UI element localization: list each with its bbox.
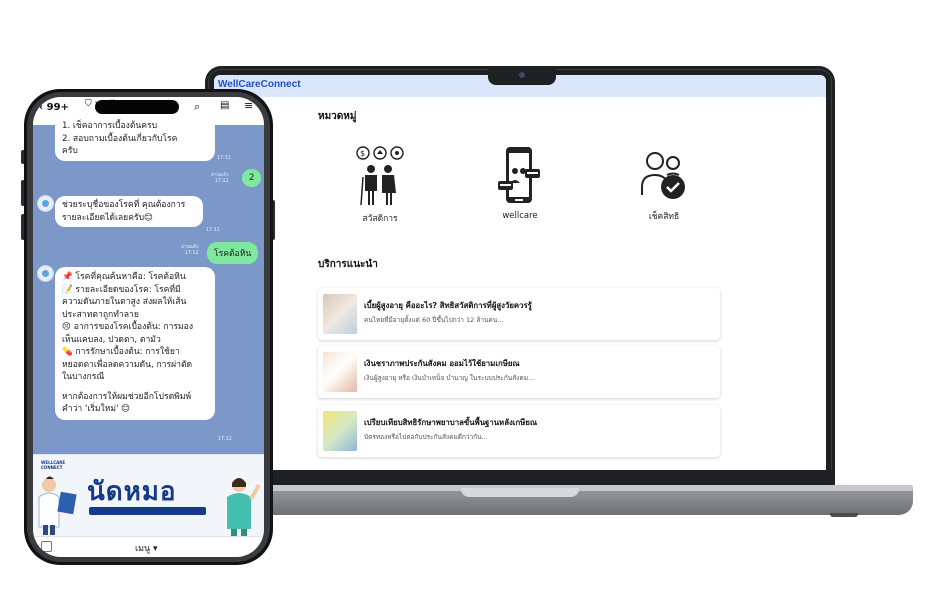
search-icon[interactable]: ⌕ xyxy=(194,100,200,114)
svg-text:$: $ xyxy=(360,149,365,158)
message-line: หยอดตาเพื่อลดความดัน, การผ่าตัด xyxy=(62,359,193,370)
notes-icon[interactable]: ▤ xyxy=(220,100,229,111)
read-time: 17:11 xyxy=(214,179,229,184)
service-desc: บัตรทองหรือไปต่อกับประกันสังคมดีกว่ากัน.… xyxy=(364,433,488,441)
category-label: สวัสดิการ xyxy=(362,214,398,224)
laptop-notch xyxy=(488,66,556,85)
bot-avatar[interactable] xyxy=(37,195,54,212)
category-welfare[interactable]: $ สวัสดิการ xyxy=(340,145,420,225)
laptop-screen: WellCareConnect หมวดหมู่ $ สวัสดิการ wel… xyxy=(214,75,826,473)
category-label: wellcare xyxy=(502,211,538,221)
banner-title: นัดหมอ xyxy=(87,476,177,506)
category-wellcare[interactable]: wellcare xyxy=(480,145,560,221)
message-time: 17:11 xyxy=(206,228,220,233)
service-thumbnail xyxy=(323,352,357,392)
service-title: เงินชราภาพประกันสังคม ออมไว้ใช้ยามเกษียณ xyxy=(364,359,520,368)
rich-menu-banner[interactable]: WELLCARE CONNECT นัดหมอ xyxy=(33,454,264,537)
read-receipt: อ่านแล้ว 17:11 xyxy=(211,173,229,185)
message-line: 😣 อาการของโรคเบื้องต้น: การมอง xyxy=(62,322,194,332)
menu-toggle[interactable]: เมนู ▾ xyxy=(135,541,158,555)
categories-title: หมวดหมู่ xyxy=(318,111,357,122)
service-title: เบี้ยผู้สูงอายุ คืออะไร? สิทธิสวัสดิการท… xyxy=(364,301,532,310)
bot-avatar[interactable] xyxy=(37,265,54,282)
message-line: ประสาทตาถูกทำลาย xyxy=(62,309,139,320)
message-line: ในบางกรณี xyxy=(62,372,105,382)
unread-count: 99+ xyxy=(46,102,69,113)
dynamic-island xyxy=(95,100,179,114)
back-button[interactable]: ‹ 99+ xyxy=(39,102,69,113)
message-line: หากต้องการให้ผมช่วยอีกโปรดพิมพ์ xyxy=(62,391,192,402)
keyboard-icon[interactable] xyxy=(41,541,52,552)
message-line: 📝 รายละเอียดของโรค: โรคที่มี xyxy=(62,284,181,295)
laptop-bezel xyxy=(205,470,835,486)
message-line: 💊 การรักษาเบื้องต้น: การใช้ยา xyxy=(62,347,180,357)
message-line: 1. เช็คอาการเบื้องต้นครบ xyxy=(62,121,158,131)
welfare-icon: $ xyxy=(356,146,404,206)
check-rights-icon xyxy=(641,152,685,199)
banner-subtitle-strip xyxy=(89,507,206,515)
service-desc: คนไทยที่มีอายุตั้งแต่ 60 ปีขึ้นไปกว่า 12… xyxy=(364,316,504,324)
menu-icon[interactable]: ≡ xyxy=(244,99,253,112)
camera-icon xyxy=(519,72,525,78)
phone-screen: ‹ 99+ ⛉ wellcare ⌕ ▤ ≡ 1. เช็คอาการเบื้อ… xyxy=(33,97,264,557)
category-check-rights[interactable]: เช็คสิทธิ xyxy=(624,149,704,223)
read-receipt: อ่านแล้ว 17:12 xyxy=(181,245,199,257)
banner-brand-line: CONNECT xyxy=(41,465,63,470)
laptop-foot xyxy=(830,513,858,517)
nurse-illustration xyxy=(227,478,261,537)
message-line: เห็นแคบลง, ปวดตา, ตามัว xyxy=(62,334,161,345)
services-title: บริการแนะนำ xyxy=(318,259,378,270)
service-thumbnail xyxy=(323,294,357,334)
message-time: 17:11 xyxy=(217,156,231,161)
stage: WellCareConnect หมวดหมู่ $ สวัสดิการ wel… xyxy=(0,0,934,611)
message-line: ความดันภายในตาสูง ส่งผลให้เส้น xyxy=(62,297,187,307)
message-line: ครับ xyxy=(62,146,78,156)
app-content: หมวดหมู่ $ สวัสดิการ wellcare เช็คสิทธิ … xyxy=(214,97,826,473)
chat-bottom-bar: เมนู ▾ xyxy=(33,536,264,557)
service-desc: เงินผู้สูงอายุ หรือ เงินบำเหน็จ บำนาญ ใน… xyxy=(364,374,535,382)
message-line: ช่วยระบุชื่อของโรคที่ คุณต้องการ xyxy=(62,200,186,210)
doctor-illustration xyxy=(38,476,77,535)
user-message: โรคต้อหิน xyxy=(207,242,259,264)
service-card[interactable]: เบี้ยผู้สูงอายุ คืออะไร? สิทธิสวัสดิการท… xyxy=(318,288,720,340)
bot-message: 1. เช็คอาการเบื้องต้นครบ 2. สอบถามเบื้อง… xyxy=(55,117,215,161)
service-thumbnail xyxy=(323,411,357,451)
message-line: 2. สอบถามเบื้องต้นเกี่ยวกับโรค xyxy=(62,133,178,144)
service-card[interactable]: เปรียบเทียบสิทธิรักษาพยาบาลขั้นพื้นฐานหล… xyxy=(318,405,720,457)
laptop-opening-lip xyxy=(461,488,579,497)
read-time: 17:12 xyxy=(184,251,199,256)
service-title: เปรียบเทียบสิทธิรักษาพยาบาลขั้นพื้นฐานหล… xyxy=(364,418,538,427)
bot-message: ช่วยระบุชื่อของโรคที่ คุณต้องการ รายละเอ… xyxy=(55,196,203,227)
category-label: เช็คสิทธิ xyxy=(648,212,680,222)
message-line: คำว่า 'เริ่มใหม่' 😊 xyxy=(62,404,131,414)
banner-brand: WELLCARE CONNECT xyxy=(41,460,65,470)
bot-message: 📌 โรคที่คุณค้นหาคือ: โรคต้อหิน 📝 รายละเอ… xyxy=(55,267,215,420)
mobile-app-icon xyxy=(498,147,540,203)
message-time: 17:12 xyxy=(218,437,232,442)
shield-icon: ⛉ xyxy=(85,99,92,109)
service-card[interactable]: เงินชราภาพประกันสังคม ออมไว้ใช้ยามเกษียณ… xyxy=(318,346,720,398)
user-message: 2 xyxy=(242,169,262,187)
message-line: 📌 โรคที่คุณค้นหาคือ: โรคต้อหิน xyxy=(62,272,186,282)
message-line: รายละเอียดได้เลยครับ😊 xyxy=(62,212,153,223)
